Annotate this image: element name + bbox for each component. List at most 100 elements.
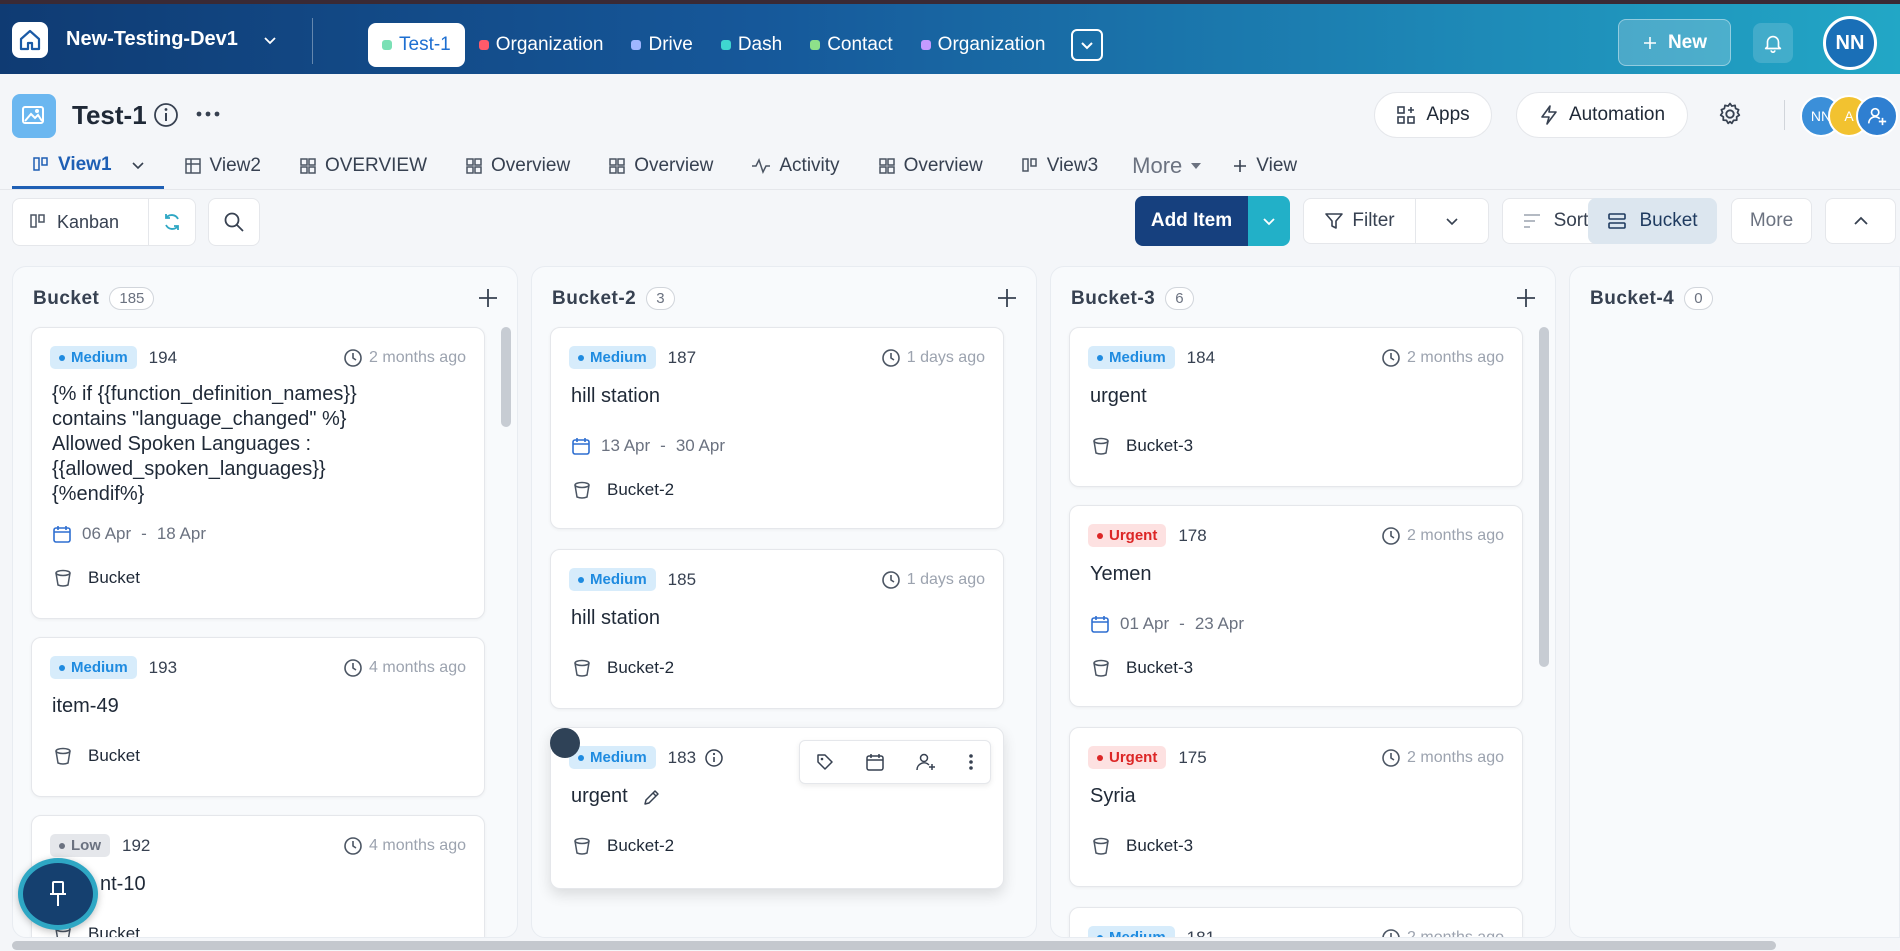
card-bucket: Bucket-2 <box>573 480 674 500</box>
app-tab-drive[interactable]: Drive <box>617 23 706 67</box>
kanban-card[interactable]: Low 192 4 months ago nt-10 Bucket <box>31 815 485 937</box>
add-card-icon[interactable] <box>1515 287 1537 309</box>
automation-button[interactable]: Automation <box>1516 92 1688 138</box>
selection-checkbox[interactable] <box>550 728 580 758</box>
clock-icon <box>344 836 362 855</box>
filter-button[interactable]: Filter <box>1304 199 1416 243</box>
collapse-button[interactable] <box>1825 198 1896 244</box>
column-scrollbar[interactable] <box>1539 327 1549 667</box>
tab-overview-2[interactable]: Overview <box>588 143 731 189</box>
add-card-icon[interactable] <box>996 287 1018 309</box>
calendar-icon <box>572 438 590 455</box>
kanban-card[interactable]: Medium 194 2 months ago {% if {{function… <box>31 327 485 619</box>
kanban-card[interactable]: Medium 181 2 months ago <box>1069 907 1523 937</box>
plus-icon <box>1234 160 1247 172</box>
apps-icon <box>1397 106 1416 124</box>
refresh-button[interactable] <box>149 212 195 232</box>
add-user-icon <box>1867 107 1887 126</box>
app-tab-test-1[interactable]: Test-1 <box>368 23 465 67</box>
more-views-button[interactable]: More <box>1116 153 1218 179</box>
card-title: item-49 <box>52 695 119 717</box>
more-options-icon[interactable] <box>195 104 221 124</box>
new-button[interactable]: New <box>1618 19 1731 66</box>
clock-icon <box>344 348 362 367</box>
chevron-down-icon <box>1081 42 1094 50</box>
chevron-down-icon[interactable] <box>130 157 146 173</box>
kanban-icon <box>1022 158 1037 172</box>
group-by-bucket-button[interactable]: Bucket <box>1588 198 1717 244</box>
kanban-card[interactable]: Urgent 175 2 months ago Syria Bucket-3 <box>1069 727 1523 887</box>
add-view-button[interactable]: View <box>1218 155 1311 177</box>
kanban-icon <box>30 214 45 228</box>
tab-overview-3[interactable]: Overview <box>858 143 1001 189</box>
add-item-button[interactable]: Add Item <box>1135 196 1248 246</box>
column-title: Bucket <box>33 287 100 309</box>
column-count: 0 <box>1684 287 1713 310</box>
chevron-down-icon <box>1446 218 1458 226</box>
column-scrollbar[interactable] <box>501 327 511 427</box>
column-header: Bucket-2 3 <box>552 287 675 310</box>
horizontal-scrollbar[interactable] <box>12 941 1776 950</box>
pencil-icon[interactable] <box>642 787 662 807</box>
app-tab-organization-2[interactable]: Organization <box>907 23 1060 67</box>
card-bucket: Bucket-2 <box>573 658 674 678</box>
kanban-card[interactable]: Urgent 178 2 months ago Yemen 01 Apr -23 … <box>1069 505 1523 707</box>
apps-button[interactable]: Apps <box>1374 92 1492 138</box>
kanban-card[interactable]: Medium 185 1 days ago hill station Bucke… <box>550 549 1004 709</box>
gear-icon[interactable] <box>1716 100 1744 128</box>
add-card-icon[interactable] <box>477 287 499 309</box>
assign-user-icon[interactable] <box>915 752 937 772</box>
more-button[interactable]: More <box>1731 198 1812 244</box>
add-member-button[interactable] <box>1856 95 1898 137</box>
chevron-down-icon[interactable] <box>262 32 278 48</box>
member-avatars[interactable]: NN A <box>1800 95 1898 137</box>
rows-icon <box>1608 213 1627 229</box>
kanban-card[interactable]: Medium 193 4 months ago item-49 Bucket <box>31 637 485 797</box>
home-button[interactable] <box>12 22 48 58</box>
card-quick-actions <box>799 740 991 784</box>
card-bucket: Bucket-2 <box>573 836 674 856</box>
card-number: 192 <box>122 835 151 855</box>
tab-view2[interactable]: View2 <box>164 143 279 189</box>
workspace-name[interactable]: New-Testing-Dev1 <box>66 28 238 51</box>
tab-view3[interactable]: View3 <box>1001 143 1116 189</box>
info-icon[interactable] <box>704 748 724 768</box>
column-header: Bucket-4 0 <box>1590 287 1713 310</box>
card-number: 175 <box>1178 747 1207 767</box>
kanban-view-button[interactable]: Kanban <box>13 199 149 245</box>
notifications-button[interactable] <box>1753 23 1793 63</box>
app-tab-label: Dash <box>737 34 783 55</box>
priority-badge: Medium <box>569 746 656 769</box>
pin-button[interactable] <box>18 858 98 930</box>
tab-overview-upper[interactable]: OVERVIEW <box>279 143 445 189</box>
filter-dropdown[interactable] <box>1416 199 1488 243</box>
app-tab-dash[interactable]: Dash <box>707 23 796 67</box>
view-type-selector[interactable]: Kanban <box>12 198 196 246</box>
calendar-icon[interactable] <box>865 752 885 772</box>
tab-view1[interactable]: View1 <box>12 143 164 189</box>
tab-activity[interactable]: Activity <box>731 143 857 189</box>
app-tab-organization[interactable]: Organization <box>465 23 618 67</box>
column-title: Bucket-3 <box>1071 287 1156 309</box>
kanban-card-hovered[interactable]: Medium 183 urgent Bucket-2 <box>550 727 1004 889</box>
new-button-label: New <box>1667 31 1708 53</box>
board-icon <box>12 94 56 138</box>
bucket-icon <box>1093 659 1109 677</box>
activity-icon <box>752 158 771 174</box>
divider <box>1784 100 1785 130</box>
user-avatar[interactable]: NN <box>1823 16 1877 70</box>
app-tab-contact[interactable]: Contact <box>796 23 906 67</box>
automation-label: Automation <box>1568 104 1666 125</box>
kanban-card[interactable]: Medium 184 2 months ago urgent Bucket-3 <box>1069 327 1523 487</box>
card-title: Syria <box>1090 785 1136 807</box>
home-icon <box>19 29 41 51</box>
app-tab-label: Contact <box>827 34 893 55</box>
tag-icon[interactable] <box>815 752 835 772</box>
tab-overview-1[interactable]: Overview <box>445 143 588 189</box>
info-icon[interactable] <box>153 102 179 128</box>
kanban-card[interactable]: Medium 187 1 days ago hill station 13 Ap… <box>550 327 1004 529</box>
add-item-dropdown[interactable] <box>1248 196 1290 246</box>
more-tabs-button[interactable] <box>1071 29 1104 61</box>
search-button[interactable] <box>208 198 260 246</box>
kebab-menu-icon[interactable] <box>967 752 975 772</box>
